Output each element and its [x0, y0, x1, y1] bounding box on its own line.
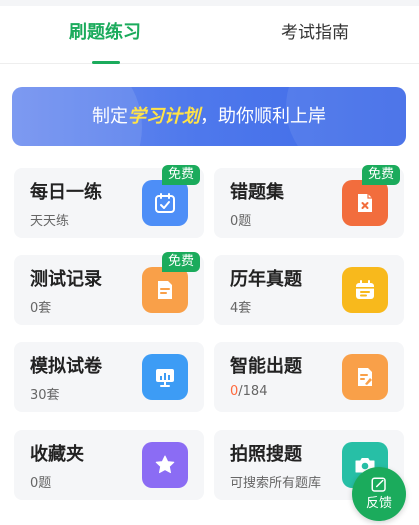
card-wrong-questions[interactable]: 错题集 0题 免费 — [214, 165, 404, 238]
card-subtitle: 0题 — [230, 214, 252, 229]
card-subtitle: 可搜索所有题库 — [230, 476, 322, 491]
banner-text: 制定学习计划，助你顺利上岸 — [12, 87, 406, 146]
free-badge: 免费 — [161, 252, 200, 272]
banner-highlight: 学习计划 — [128, 106, 200, 127]
study-plan-banner[interactable]: 制定学习计划，助你顺利上岸 — [12, 87, 406, 146]
document-icon — [142, 267, 188, 313]
card-title: 测试记录 — [30, 269, 102, 290]
tab-practice[interactable]: 刷题练习 — [40, 18, 170, 48]
calendar-check-icon — [142, 180, 188, 226]
card-title: 错题集 — [230, 182, 284, 203]
tab-exam-guide[interactable]: 考试指南 — [250, 18, 380, 48]
card-subtitle: 30套 — [30, 388, 60, 403]
card-daily-practice[interactable]: 每日一练 天天练 免费 — [14, 165, 204, 238]
free-badge: 免费 — [361, 165, 400, 185]
card-progress: 0/184 — [230, 384, 267, 399]
feedback-button[interactable]: 反馈 — [352, 467, 406, 521]
card-subtitle: 天天练 — [30, 214, 70, 229]
card-test-records[interactable]: 测试记录 0套 免费 — [14, 252, 204, 325]
card-subtitle: 0套 — [30, 301, 52, 316]
card-past-exams[interactable]: 历年真题 4套 — [214, 255, 404, 325]
feedback-label: 反馈 — [365, 496, 392, 511]
free-badge: 免费 — [161, 165, 200, 185]
wrong-doc-icon — [342, 180, 388, 226]
card-title: 每日一练 — [30, 182, 102, 203]
presentation-chart-icon — [142, 354, 188, 400]
card-title: 智能出题 — [230, 356, 302, 377]
card-smart-questions[interactable]: 智能出题 0/184 — [214, 342, 404, 412]
star-icon — [142, 442, 188, 488]
banner-suffix: ，助你顺利上岸 — [200, 106, 326, 127]
card-title: 收藏夹 — [30, 444, 84, 465]
card-subtitle: 4套 — [230, 301, 252, 316]
progress-total: /184 — [238, 384, 268, 399]
card-title: 拍照搜题 — [230, 444, 302, 465]
edit-icon — [371, 477, 386, 492]
tab-bar: 刷题练习 考试指南 — [0, 6, 419, 64]
calendar-icon — [342, 267, 388, 313]
edit-doc-icon — [342, 354, 388, 400]
card-subtitle: 0题 — [30, 476, 52, 491]
card-title: 历年真题 — [230, 269, 302, 290]
banner-prefix: 制定 — [92, 106, 128, 127]
card-mock-papers[interactable]: 模拟试卷 30套 — [14, 342, 204, 412]
card-title: 模拟试卷 — [30, 356, 102, 377]
card-favorites[interactable]: 收藏夹 0题 — [14, 430, 204, 500]
active-tab-indicator — [92, 61, 120, 64]
